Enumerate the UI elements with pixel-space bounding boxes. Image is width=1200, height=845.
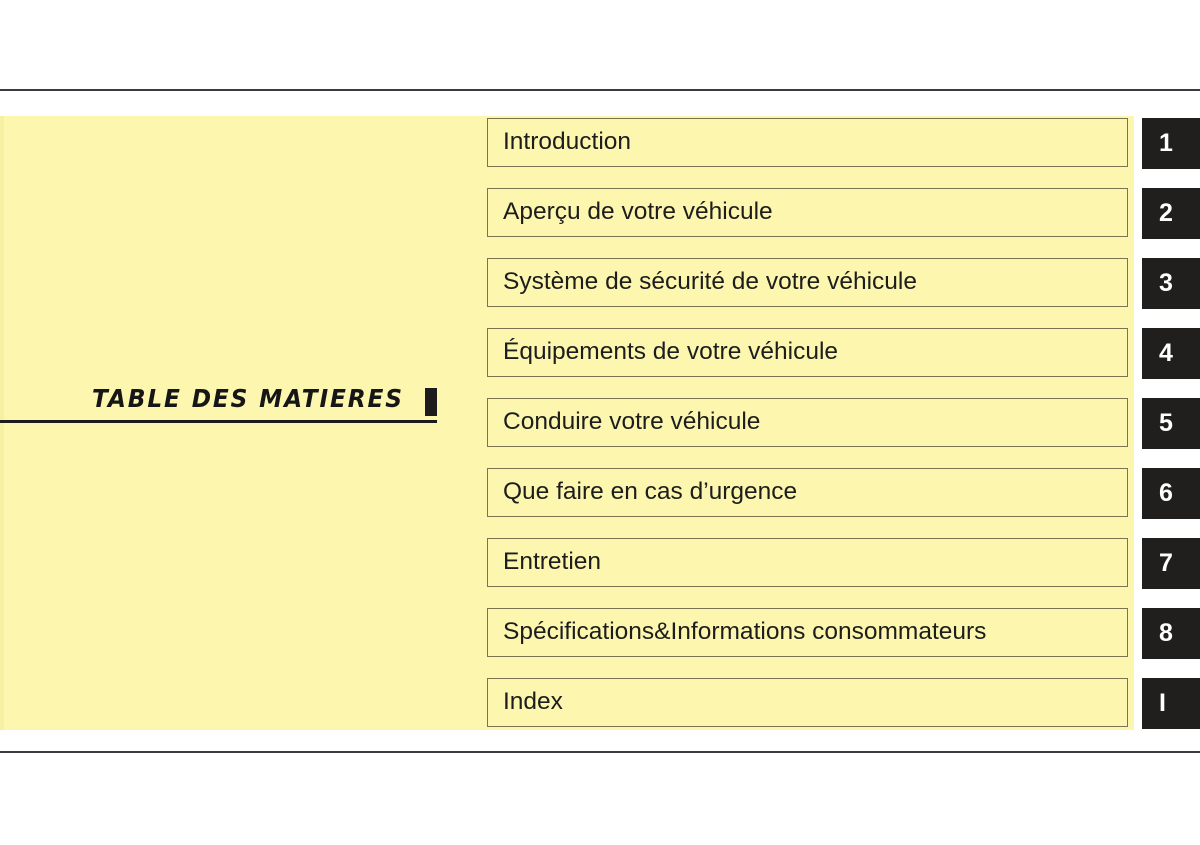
page-title: TABLE DES MATIERES	[92, 384, 404, 413]
chapter-box[interactable]: Que faire en cas d’urgence	[487, 468, 1128, 517]
chapter-tab[interactable]: 4	[1142, 328, 1200, 379]
chapter-tab-number: 2	[1159, 199, 1173, 227]
list-item[interactable]: Aperçu de votre véhicule 2	[487, 188, 1200, 239]
chapter-label: Index	[503, 688, 563, 716]
chapter-tab-number: I	[1159, 689, 1166, 717]
chapter-tab-number: 4	[1159, 339, 1173, 367]
chapter-label: Conduire votre véhicule	[503, 408, 761, 436]
chapter-box[interactable]: Conduire votre véhicule	[487, 398, 1128, 447]
chapter-box[interactable]: Système de sécurité de votre véhicule	[487, 258, 1128, 307]
title-underline	[0, 420, 437, 423]
chapter-tab[interactable]: 7	[1142, 538, 1200, 589]
chapter-label: Introduction	[503, 128, 632, 156]
chapter-tab-number: 1	[1159, 129, 1173, 157]
list-item[interactable]: Que faire en cas d’urgence 6	[487, 468, 1200, 519]
list-item[interactable]: Conduire votre véhicule 5	[487, 398, 1200, 449]
chapter-label: Système de sécurité de votre véhicule	[503, 268, 917, 296]
chapter-list: Introduction 1 Aperçu de votre véhicule …	[487, 118, 1200, 729]
page-top-rule	[0, 89, 1200, 91]
chapter-box[interactable]: Entretien	[487, 538, 1128, 587]
chapter-label: Entretien	[503, 548, 602, 576]
chapter-box[interactable]: Introduction	[487, 118, 1128, 167]
chapter-label: Que faire en cas d’urgence	[503, 478, 798, 506]
chapter-box[interactable]: Index	[487, 678, 1128, 727]
chapter-box[interactable]: Spécifications&Informations consommateur…	[487, 608, 1128, 657]
chapter-tab[interactable]: 8	[1142, 608, 1200, 659]
chapter-tab[interactable]: 2	[1142, 188, 1200, 239]
chapter-label: Spécifications&Informations consommateur…	[503, 618, 987, 646]
chapter-tab-number: 5	[1159, 409, 1173, 437]
chapter-tab-number: 3	[1159, 269, 1173, 297]
chapter-tab[interactable]: 3	[1142, 258, 1200, 309]
chapter-tab[interactable]: I	[1142, 678, 1200, 729]
chapter-tab[interactable]: 1	[1142, 118, 1200, 169]
chapter-tab-number: 7	[1159, 549, 1173, 577]
toc-page: TABLE DES MATIERES Introduction 1 Aperçu…	[0, 0, 1200, 845]
toc-title-block: TABLE DES MATIERES	[0, 384, 440, 428]
chapter-tab-number: 8	[1159, 619, 1173, 647]
list-item[interactable]: Système de sécurité de votre véhicule 3	[487, 258, 1200, 309]
title-block-marker-icon	[425, 388, 437, 416]
list-item[interactable]: Introduction 1	[487, 118, 1200, 169]
page-bottom-rule	[0, 751, 1200, 753]
chapter-box[interactable]: Équipements de votre véhicule	[487, 328, 1128, 377]
chapter-label: Équipements de votre véhicule	[503, 338, 839, 366]
chapter-tab[interactable]: 6	[1142, 468, 1200, 519]
chapter-tab-number: 6	[1159, 479, 1173, 507]
list-item[interactable]: Entretien 7	[487, 538, 1200, 589]
list-item[interactable]: Index I	[487, 678, 1200, 729]
chapter-label: Aperçu de votre véhicule	[503, 198, 773, 226]
list-item[interactable]: Spécifications&Informations consommateur…	[487, 608, 1200, 659]
chapter-tab[interactable]: 5	[1142, 398, 1200, 449]
chapter-box[interactable]: Aperçu de votre véhicule	[487, 188, 1128, 237]
list-item[interactable]: Équipements de votre véhicule 4	[487, 328, 1200, 379]
